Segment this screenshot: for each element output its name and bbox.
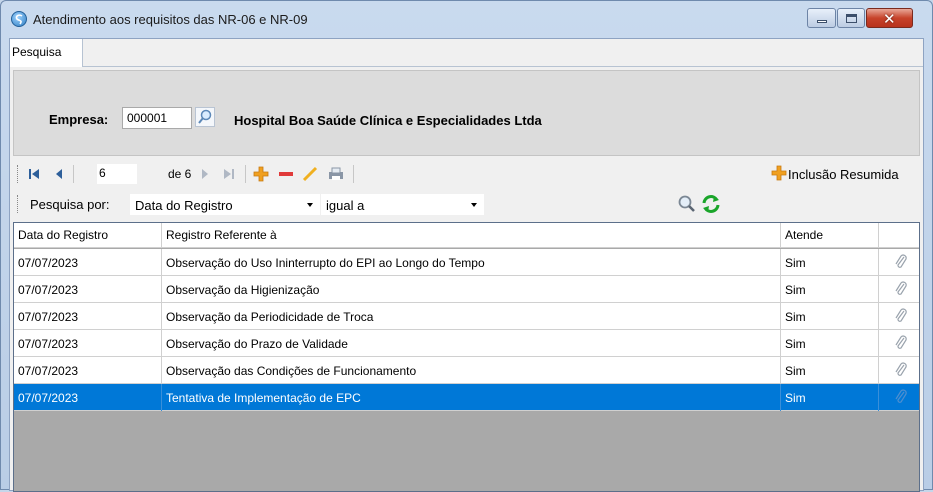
paperclip-icon [895,308,907,322]
cell-anexo[interactable] [879,276,919,303]
separator [353,165,354,183]
paperclip-icon [895,389,907,403]
paperclip-icon [895,335,907,349]
table-row[interactable]: 07/07/2023 Observação das Condições de Fu… [14,357,919,384]
cell-registro: Observação do Uso Ininterrupto do EPI ao… [162,249,781,276]
column-header-data[interactable]: Data do Registro [14,223,162,248]
empresa-code-field[interactable]: 000001 [122,107,192,129]
cell-atende: Sim [781,357,879,384]
column-header-atende[interactable]: Atende [781,223,879,248]
column-header-anexo[interactable] [879,223,919,248]
cell-atende: Sim [781,303,879,330]
chevron-down-icon [307,203,313,207]
cell-data: 07/07/2023 [14,384,162,411]
cell-atende: Sim [781,276,879,303]
table-row[interactable]: 07/07/2023 Observação da Higienização Sim [14,276,919,303]
filter-field-value: Data do Registro [135,198,233,213]
grid-header: Data do Registro Registro Referente à At… [14,223,919,248]
column-header-registro[interactable]: Registro Referente à [162,223,781,248]
next-record-icon[interactable] [199,165,211,183]
delete-icon[interactable] [277,165,295,183]
cell-data: 07/07/2023 [14,303,162,330]
record-navigator: 6 de 6 Inclusão Resumida [13,161,920,187]
search-icon [195,107,215,127]
app-logo-icon[interactable] [11,11,27,27]
paperclip-icon [895,254,907,268]
cell-data: 07/07/2023 [14,357,162,384]
cell-anexo[interactable] [879,330,919,357]
toolbar-grip[interactable] [17,165,20,183]
paperclip-icon [895,362,907,376]
empresa-lookup-button[interactable] [195,107,215,127]
search-icon[interactable] [677,194,697,214]
cell-atende: Sim [781,330,879,357]
filter-label: Pesquisa por: [30,197,110,212]
toolbar-grip[interactable] [17,195,20,213]
cell-data: 07/07/2023 [14,249,162,276]
minimize-button[interactable] [807,8,836,28]
add-icon [771,165,787,181]
cell-registro: Observação da Periodicidade de Troca [162,303,781,330]
empresa-name: Hospital Boa Saúde Clínica e Especialida… [234,113,542,128]
filter-operator-value: igual a [326,198,365,213]
record-total: de 6 [168,167,192,181]
app-window: Atendimento aos requisitos das NR-06 e N… [0,0,933,492]
cell-atende: Sim [781,384,879,411]
maximize-icon [846,14,857,23]
cell-registro: Observação das Condições de Funcionament… [162,357,781,384]
print-icon[interactable] [327,165,345,183]
cell-anexo[interactable] [879,384,919,411]
records-grid: Data do Registro Registro Referente à At… [13,222,920,492]
edit-icon[interactable] [301,165,319,183]
empresa-panel: Empresa: 000001 Hospital Boa Saúde Clíni… [13,70,920,156]
tab-strip: Pesquisa [10,39,923,67]
cell-registro: Observação do Prazo de Validade [162,330,781,357]
refresh-icon[interactable] [700,193,722,215]
chevron-down-icon [471,203,477,207]
first-record-icon[interactable] [27,165,41,183]
close-button[interactable]: ✕ [866,8,913,28]
separator [245,165,246,183]
filter-bar: Pesquisa por: Data do Registro igual a [13,189,920,219]
minimize-icon [817,20,827,23]
table-row[interactable]: 07/07/2023 Tentativa de Implementação de … [14,384,919,411]
inclusao-resumida-label: Inclusão Resumida [788,167,899,182]
inclusao-resumida-button[interactable]: Inclusão Resumida [770,164,899,184]
tab-pesquisa[interactable]: Pesquisa [10,39,83,67]
filter-field-select[interactable]: Data do Registro [130,194,320,215]
filter-operator-select[interactable]: igual a [321,194,484,215]
last-record-icon[interactable] [222,165,236,183]
title-bar[interactable]: Atendimento aos requisitos das NR-06 e N… [1,1,932,39]
cell-anexo[interactable] [879,303,919,330]
main-content: Pesquisa Empresa: 000001 Hospital Boa Sa… [9,38,924,492]
prev-record-icon[interactable] [53,165,65,183]
separator [73,165,74,183]
cell-anexo[interactable] [879,357,919,384]
empresa-label: Empresa: [49,112,109,127]
paperclip-icon [895,281,907,295]
maximize-button[interactable] [837,8,865,28]
table-row[interactable]: 07/07/2023 Observação do Prazo de Validad… [14,330,919,357]
record-position-input[interactable]: 6 [97,164,137,184]
cell-data: 07/07/2023 [14,330,162,357]
close-icon: ✕ [883,10,896,28]
window-title: Atendimento aos requisitos das NR-06 e N… [33,12,308,27]
cell-registro: Tentativa de Implementação de EPC [162,384,781,411]
add-icon[interactable] [252,165,270,183]
cell-registro: Observação da Higienização [162,276,781,303]
cell-atende: Sim [781,249,879,276]
cell-anexo[interactable] [879,249,919,276]
table-row[interactable]: 07/07/2023 Observação do Uso Ininterrupto… [14,249,919,276]
cell-data: 07/07/2023 [14,276,162,303]
table-row[interactable]: 07/07/2023 Observação da Periodicidade de… [14,303,919,330]
